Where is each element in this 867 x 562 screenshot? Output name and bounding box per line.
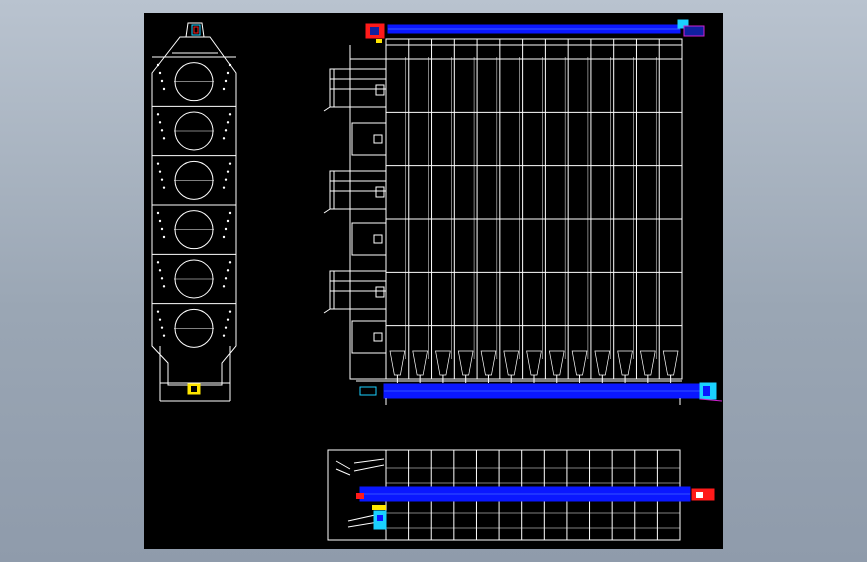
hopper	[412, 350, 428, 376]
platform-brace	[323, 308, 331, 314]
platform-door	[375, 186, 385, 198]
bolt-dot	[158, 121, 162, 124]
service-box	[351, 122, 387, 156]
cad-viewport[interactable]	[144, 13, 723, 549]
service-box	[351, 222, 387, 256]
bolt-dot	[224, 129, 228, 132]
hopper	[526, 350, 542, 376]
hopper	[594, 350, 611, 376]
bolt-dot	[160, 326, 164, 329]
bolt-dot	[222, 186, 226, 189]
hopper	[617, 350, 633, 376]
bolt-dot	[222, 87, 226, 91]
bolt-dot	[226, 71, 230, 75]
bolt-dot	[162, 137, 166, 140]
bolt-dot	[156, 211, 160, 215]
service-box-port	[373, 332, 383, 342]
platform-brace	[323, 208, 331, 214]
bolt-dot	[228, 261, 232, 264]
bolt-dot	[160, 129, 164, 132]
bolt-dot	[162, 334, 166, 337]
bolt-dot	[156, 162, 160, 165]
hopper	[640, 350, 656, 376]
platform-door	[375, 84, 385, 96]
bolt-dot	[160, 79, 164, 83]
bolt-dot	[162, 285, 166, 288]
service-box	[351, 320, 387, 354]
bolt-dot	[228, 63, 232, 67]
access-platforms	[323, 68, 387, 354]
front-frame	[385, 38, 683, 380]
service-box-port	[373, 134, 383, 144]
bolt-dot	[162, 186, 166, 189]
hopper	[480, 350, 497, 376]
bolt-dot	[224, 79, 228, 83]
hopper	[389, 350, 406, 376]
bolt-dot	[228, 211, 232, 215]
bolt-dot	[228, 113, 232, 116]
bolt-dot	[226, 318, 230, 321]
hopper	[662, 350, 679, 376]
bolt-dot	[222, 334, 226, 337]
platform-cage	[329, 270, 387, 310]
hopper	[548, 350, 565, 376]
bolt-dot	[158, 219, 162, 223]
bolt-dot	[226, 219, 230, 223]
side-chambers	[152, 56, 236, 348]
hopper	[457, 350, 474, 376]
bolt-dot	[162, 87, 166, 91]
bolt-dot	[158, 170, 162, 173]
hopper	[571, 350, 588, 376]
bolt-dot	[224, 326, 228, 329]
bolt-dot	[158, 318, 162, 321]
bolt-dot	[156, 261, 160, 264]
bolt-dot	[228, 310, 232, 313]
bolt-dot	[224, 277, 228, 280]
service-box-port	[373, 234, 383, 244]
cad-drawing	[151, 19, 723, 541]
bolt-dot	[158, 71, 162, 75]
bolt-dot	[160, 178, 164, 181]
bolt-dot	[162, 235, 166, 239]
bolt-dot	[158, 269, 162, 272]
platform-cage	[329, 170, 387, 210]
bolt-dot	[224, 227, 228, 231]
bolt-dot	[226, 170, 230, 173]
bolt-dot	[160, 277, 164, 280]
bolt-dot	[156, 113, 160, 116]
platform-brace	[323, 106, 331, 112]
hopper	[503, 350, 520, 376]
hopper	[435, 350, 451, 376]
bolt-dot	[222, 137, 226, 140]
front-structure-grid	[349, 38, 683, 383]
side-elevation-view	[151, 22, 237, 402]
platform-door	[375, 286, 385, 298]
bolt-dot	[226, 269, 230, 272]
bolt-dot	[156, 310, 160, 313]
bolt-dot	[226, 121, 230, 124]
bolt-dot	[228, 162, 232, 165]
front-elevation-view	[323, 19, 723, 405]
platform-cage	[329, 68, 387, 108]
bolt-dot	[156, 63, 160, 67]
plan-view	[327, 449, 715, 541]
bolt-dot	[222, 235, 226, 239]
bolt-dot	[224, 178, 228, 181]
bolt-dot	[222, 285, 226, 288]
bolt-dot	[160, 227, 164, 231]
